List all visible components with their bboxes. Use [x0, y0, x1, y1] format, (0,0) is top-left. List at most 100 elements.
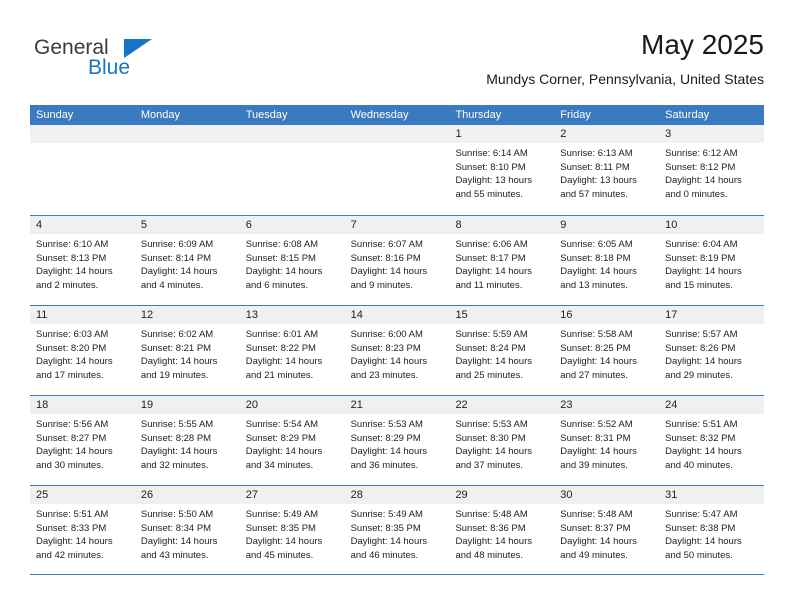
day-cell[interactable]: 18 Sunrise: 5:56 AM Sunset: 8:27 PM Dayligh…	[30, 396, 135, 485]
day-detail-line: and 50 minutes.	[665, 549, 733, 561]
day-cell[interactable]: 16 Sunrise: 5:58 AM Sunset: 8:25 PM Dayligh…	[554, 306, 660, 395]
day-cell[interactable]: 11 Sunrise: 6:03 AM Sunset: 8:20 PM Dayligh…	[30, 306, 135, 395]
day-detail-line: Sunrise: 6:04 AM	[665, 239, 738, 250]
day-cell[interactable]: 6 Sunrise: 6:08 AM Sunset: 8:15 PM Daylight…	[239, 216, 345, 305]
day-cell[interactable]: 1 Sunrise: 6:14 AM Sunset: 8:10 PM Daylight…	[449, 125, 555, 215]
day-number: 1	[455, 128, 462, 140]
day-number: 14	[350, 309, 363, 321]
day-detail-line: Sunset: 8:11 PM	[560, 161, 630, 173]
day-detail-line: Daylight: 14 hours	[140, 446, 218, 457]
day-number-bar: 2	[554, 125, 660, 143]
day-detail-line: Sunrise: 5:51 AM	[36, 509, 109, 520]
day-detail-line: Sunset: 8:35 PM	[350, 522, 421, 534]
day-detail-line: Sunrise: 6:09 AM	[140, 239, 214, 250]
day-detail-line: Sunrise: 5:54 AM	[245, 419, 319, 430]
day-details: Sunrise: 6:04 AM Sunset: 8:19 PM Daylight:…	[659, 234, 764, 292]
day-detail-line: Daylight: 14 hours	[245, 266, 323, 277]
day-cell[interactable]: 30 Sunrise: 5:48 AM Sunset: 8:37 PM Dayligh…	[554, 486, 660, 574]
day-cell[interactable]: 12 Sunrise: 6:02 AM Sunset: 8:21 PM Dayligh…	[134, 306, 240, 395]
day-details: Sunrise: 6:08 AM Sunset: 8:15 PM Daylight:…	[240, 234, 345, 292]
day-cell[interactable]: 25 Sunrise: 5:51 AM Sunset: 8:33 PM Dayligh…	[30, 486, 135, 574]
day-cell[interactable]: 19 Sunrise: 5:55 AM Sunset: 8:28 PM Dayligh…	[134, 396, 240, 485]
day-cell[interactable]: 14 Sunrise: 6:00 AM Sunset: 8:23 PM Dayligh…	[344, 306, 450, 395]
day-cell[interactable]: 17 Sunrise: 5:57 AM Sunset: 8:26 PM Dayligh…	[659, 306, 765, 395]
day-detail-line: Sunrise: 5:58 AM	[560, 329, 633, 340]
day-detail-line: Daylight: 14 hours	[665, 536, 742, 547]
day-cell[interactable]: 10 Sunrise: 6:04 AM Sunset: 8:19 PM Dayligh…	[659, 216, 765, 305]
day-detail-line: Sunset: 8:32 PM	[665, 432, 736, 444]
day-detail-line: Sunrise: 6:05 AM	[560, 239, 633, 250]
day-cell[interactable]: 3 Sunrise: 6:12 AM Sunset: 8:12 PM Daylight…	[659, 125, 765, 215]
day-number: 22	[455, 399, 468, 411]
day-details: Sunrise: 6:01 AM Sunset: 8:22 PM Daylight:…	[240, 324, 345, 382]
day-details: Sunrise: 5:59 AM Sunset: 8:24 PM Daylight:…	[449, 324, 554, 382]
day-number-bar: 26	[134, 486, 240, 504]
day-detail-line: Daylight: 14 hours	[560, 536, 637, 547]
day-cell[interactable]: 5 Sunrise: 6:09 AM Sunset: 8:14 PM Daylight…	[134, 216, 240, 305]
day-cell[interactable]: 7 Sunrise: 6:07 AM Sunset: 8:16 PM Daylight…	[344, 216, 450, 305]
day-details: Sunrise: 5:49 AM Sunset: 8:35 PM Daylight:…	[240, 504, 345, 562]
day-detail-line: Sunrise: 6:00 AM	[350, 329, 423, 340]
day-cell[interactable]: 21 Sunrise: 5:53 AM Sunset: 8:29 PM Dayligh…	[344, 396, 450, 485]
brand-logo[interactable]: General Blue	[30, 36, 270, 92]
day-cell[interactable]: 8 Sunrise: 6:06 AM Sunset: 8:17 PM Daylight…	[449, 216, 555, 305]
day-detail-line: Sunrise: 5:50 AM	[140, 509, 214, 520]
day-cell[interactable]: 2 Sunrise: 6:13 AM Sunset: 8:11 PM Daylight…	[554, 125, 660, 215]
day-detail-line: Daylight: 14 hours	[455, 536, 533, 547]
day-detail-line: Daylight: 14 hours	[350, 446, 428, 457]
day-detail-line: and 9 minutes.	[350, 279, 413, 291]
day-details: Sunrise: 5:47 AM Sunset: 8:38 PM Daylight:…	[659, 504, 764, 562]
day-detail-line: Sunrise: 6:06 AM	[455, 239, 528, 250]
day-cell[interactable]: 29 Sunrise: 5:48 AM Sunset: 8:36 PM Dayligh…	[449, 486, 555, 574]
day-number-bar	[344, 125, 450, 143]
day-detail-line: and 15 minutes.	[665, 279, 733, 291]
day-cell[interactable]: 4 Sunrise: 6:10 AM Sunset: 8:13 PM Daylight…	[30, 216, 135, 305]
day-detail-line: Daylight: 14 hours	[36, 536, 113, 547]
weekday-header-wednesday: Wednesday	[350, 109, 409, 121]
day-cell[interactable]: 15 Sunrise: 5:59 AM Sunset: 8:24 PM Dayligh…	[449, 306, 555, 395]
day-number-bar: 1	[449, 125, 555, 143]
day-detail-line: Daylight: 14 hours	[560, 356, 637, 367]
week-row: 1 Sunrise: 6:14 AM Sunset: 8:10 PM Daylight…	[30, 125, 765, 215]
day-detail-line: Sunset: 8:29 PM	[350, 432, 421, 444]
day-cell[interactable]: 9 Sunrise: 6:05 AM Sunset: 8:18 PM Daylight…	[554, 216, 660, 305]
day-detail-line: and 17 minutes.	[36, 369, 104, 381]
calendar-grid: Sunday Monday Tuesday Wednesday Thursday Frid…	[30, 105, 765, 575]
day-details: Sunrise: 6:06 AM Sunset: 8:17 PM Daylight:…	[449, 234, 554, 292]
day-detail-line: Sunrise: 6:12 AM	[665, 148, 738, 159]
day-cell[interactable]: 22 Sunrise: 5:53 AM Sunset: 8:30 PM Dayligh…	[449, 396, 555, 485]
day-cell[interactable]: 27 Sunrise: 5:49 AM Sunset: 8:35 PM Dayligh…	[239, 486, 345, 574]
day-cell[interactable]: 23 Sunrise: 5:52 AM Sunset: 8:31 PM Dayligh…	[554, 396, 660, 485]
day-number: 17	[665, 309, 678, 321]
day-number-bar: 15	[449, 306, 555, 324]
day-detail-line: Sunset: 8:15 PM	[245, 252, 316, 264]
day-detail-line: Daylight: 14 hours	[36, 266, 113, 277]
day-cell-empty	[344, 125, 450, 215]
day-detail-line: Sunrise: 5:53 AM	[455, 419, 528, 430]
day-details	[345, 143, 450, 147]
day-detail-line: Sunset: 8:21 PM	[140, 342, 212, 354]
weekday-header-saturday: Saturday	[665, 109, 710, 121]
day-detail-line: Sunset: 8:13 PM	[36, 252, 107, 264]
day-number-bar: 28	[344, 486, 450, 504]
day-detail-line: and 4 minutes.	[140, 279, 204, 291]
day-details	[135, 143, 240, 147]
day-detail-line: Sunrise: 6:02 AM	[140, 329, 214, 340]
day-detail-line: Sunset: 8:14 PM	[140, 252, 212, 264]
day-number-bar: 7	[344, 216, 450, 234]
day-cell[interactable]: 13 Sunrise: 6:01 AM Sunset: 8:22 PM Dayligh…	[239, 306, 345, 395]
day-details: Sunrise: 5:54 AM Sunset: 8:29 PM Daylight:…	[240, 414, 345, 472]
day-number-bar: 5	[134, 216, 240, 234]
day-cell[interactable]: 31 Sunrise: 5:47 AM Sunset: 8:38 PM Dayligh…	[659, 486, 765, 574]
day-number: 2	[560, 128, 567, 140]
day-cell[interactable]: 24 Sunrise: 5:51 AM Sunset: 8:32 PM Dayligh…	[659, 396, 765, 485]
day-detail-line: and 37 minutes.	[455, 459, 524, 471]
day-cell[interactable]: 20 Sunrise: 5:54 AM Sunset: 8:29 PM Dayligh…	[239, 396, 345, 485]
day-cell[interactable]: 28 Sunrise: 5:49 AM Sunset: 8:35 PM Dayligh…	[344, 486, 450, 574]
day-number: 10	[665, 219, 678, 231]
day-number: 12	[140, 309, 154, 321]
day-number: 11	[36, 309, 48, 321]
day-detail-line: and 45 minutes.	[245, 549, 314, 561]
day-number: 8	[455, 219, 462, 231]
day-cell[interactable]: 26 Sunrise: 5:50 AM Sunset: 8:34 PM Dayligh…	[134, 486, 240, 574]
